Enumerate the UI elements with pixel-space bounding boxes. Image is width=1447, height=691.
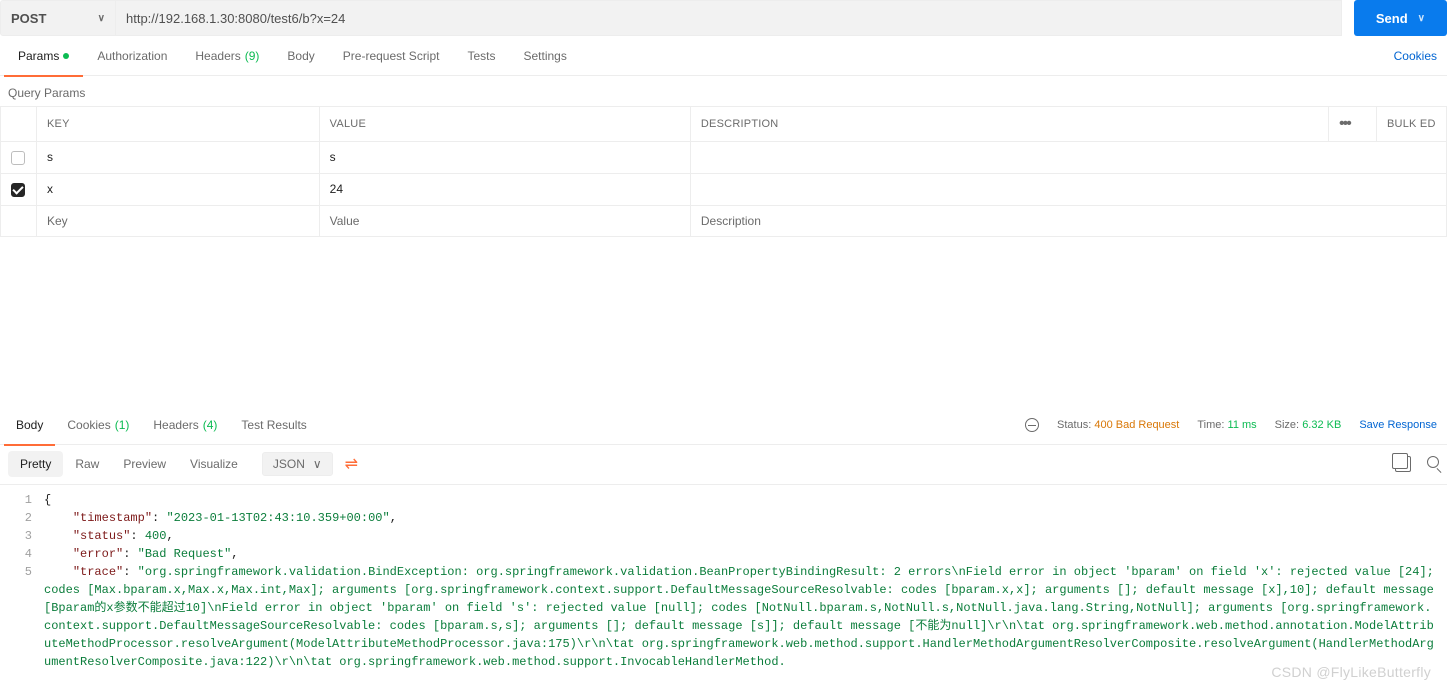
more-icon: ••• bbox=[1339, 115, 1350, 132]
request-tabs: Params Authorization Headers (9) Body Pr… bbox=[0, 36, 1447, 76]
param-value-input[interactable]: s bbox=[319, 142, 690, 174]
tab-params[interactable]: Params bbox=[4, 36, 83, 76]
copy-icon[interactable] bbox=[1395, 456, 1411, 472]
status-text: Status: 400 Bad Request bbox=[1057, 419, 1179, 431]
chevron-down-icon: ∨ bbox=[98, 13, 105, 24]
view-pretty[interactable]: Pretty bbox=[8, 451, 63, 477]
dot-indicator-icon bbox=[63, 53, 69, 59]
search-icon[interactable] bbox=[1427, 456, 1439, 468]
tab-body[interactable]: Body bbox=[273, 36, 328, 76]
response-lang-select[interactable]: JSON ∨ bbox=[262, 452, 333, 476]
tab-prerequest[interactable]: Pre-request Script bbox=[329, 36, 454, 76]
query-params-table: KEY VALUE DESCRIPTION ••• Bulk Ed s s x … bbox=[0, 106, 1447, 237]
chevron-down-icon: ∨ bbox=[313, 457, 322, 471]
query-params-label: Query Params bbox=[0, 76, 1447, 106]
table-row: s s bbox=[1, 142, 1447, 174]
param-description-input[interactable] bbox=[690, 142, 1446, 174]
tab-headers[interactable]: Headers (9) bbox=[181, 36, 273, 76]
chevron-down-icon: ∨ bbox=[1418, 13, 1425, 24]
tab-tests[interactable]: Tests bbox=[453, 36, 509, 76]
param-description-input[interactable]: Description bbox=[690, 205, 1446, 236]
col-checkbox bbox=[1, 107, 37, 142]
request-url-value: http://192.168.1.30:8080/test6/b?x=24 bbox=[126, 11, 345, 26]
tab-authorization[interactable]: Authorization bbox=[83, 36, 181, 76]
col-value: VALUE bbox=[319, 107, 690, 142]
response-code[interactable]: 1{ 2 "timestamp": "2023-01-13T02:43:10.3… bbox=[0, 485, 1447, 691]
col-description: DESCRIPTION bbox=[690, 107, 1328, 142]
resp-tab-headers[interactable]: Headers (4) bbox=[141, 405, 229, 445]
view-preview[interactable]: Preview bbox=[111, 451, 178, 477]
row-checkbox[interactable] bbox=[11, 183, 25, 197]
view-raw[interactable]: Raw bbox=[63, 451, 111, 477]
col-tools[interactable]: ••• bbox=[1329, 107, 1377, 142]
http-method-value: POST bbox=[11, 11, 46, 26]
send-label: Send bbox=[1376, 11, 1408, 26]
tab-settings[interactable]: Settings bbox=[510, 36, 581, 76]
param-value-input[interactable]: Value bbox=[319, 205, 690, 236]
resp-tab-body[interactable]: Body bbox=[4, 405, 55, 445]
bulk-edit-button[interactable]: Bulk Ed bbox=[1377, 107, 1447, 142]
response-tabs: Body Cookies (1) Headers (4) Test Result… bbox=[0, 407, 1447, 445]
wrap-lines-icon[interactable]: ⇌ bbox=[345, 454, 358, 474]
http-method-select[interactable]: POST ∨ bbox=[0, 0, 116, 36]
watermark: CSDN @FlyLikeButterfly bbox=[1271, 663, 1431, 681]
size-text: Size: 6.32 KB bbox=[1275, 419, 1342, 431]
param-key-input[interactable]: s bbox=[37, 142, 320, 174]
response-view-bar: Pretty Raw Preview Visualize JSON ∨ ⇌ bbox=[0, 445, 1447, 485]
table-row: x 24 bbox=[1, 173, 1447, 205]
table-row-new: Key Value Description bbox=[1, 205, 1447, 236]
param-key-input[interactable]: Key bbox=[37, 205, 320, 236]
network-icon[interactable] bbox=[1025, 418, 1039, 432]
view-visualize[interactable]: Visualize bbox=[178, 451, 250, 477]
row-checkbox[interactable] bbox=[11, 151, 25, 165]
param-key-input[interactable]: x bbox=[37, 173, 320, 205]
param-description-input[interactable] bbox=[690, 173, 1446, 205]
request-bar: POST ∨ http://192.168.1.30:8080/test6/b?… bbox=[0, 0, 1447, 36]
json-brace: { bbox=[44, 493, 51, 507]
request-url-input[interactable]: http://192.168.1.30:8080/test6/b?x=24 bbox=[116, 0, 1342, 36]
send-button[interactable]: Send ∨ bbox=[1354, 0, 1447, 36]
resp-tab-test-results[interactable]: Test Results bbox=[229, 405, 318, 445]
col-key: KEY bbox=[37, 107, 320, 142]
param-value-input[interactable]: 24 bbox=[319, 173, 690, 205]
table-header-row: KEY VALUE DESCRIPTION ••• Bulk Ed bbox=[1, 107, 1447, 142]
save-response-button[interactable]: Save Response bbox=[1359, 419, 1437, 431]
resp-tab-cookies[interactable]: Cookies (1) bbox=[55, 405, 141, 445]
response-meta: Status: 400 Bad Request Time: 11 ms Size… bbox=[1025, 418, 1443, 432]
cookies-link[interactable]: Cookies bbox=[1394, 49, 1443, 63]
time-text: Time: 11 ms bbox=[1197, 419, 1256, 431]
